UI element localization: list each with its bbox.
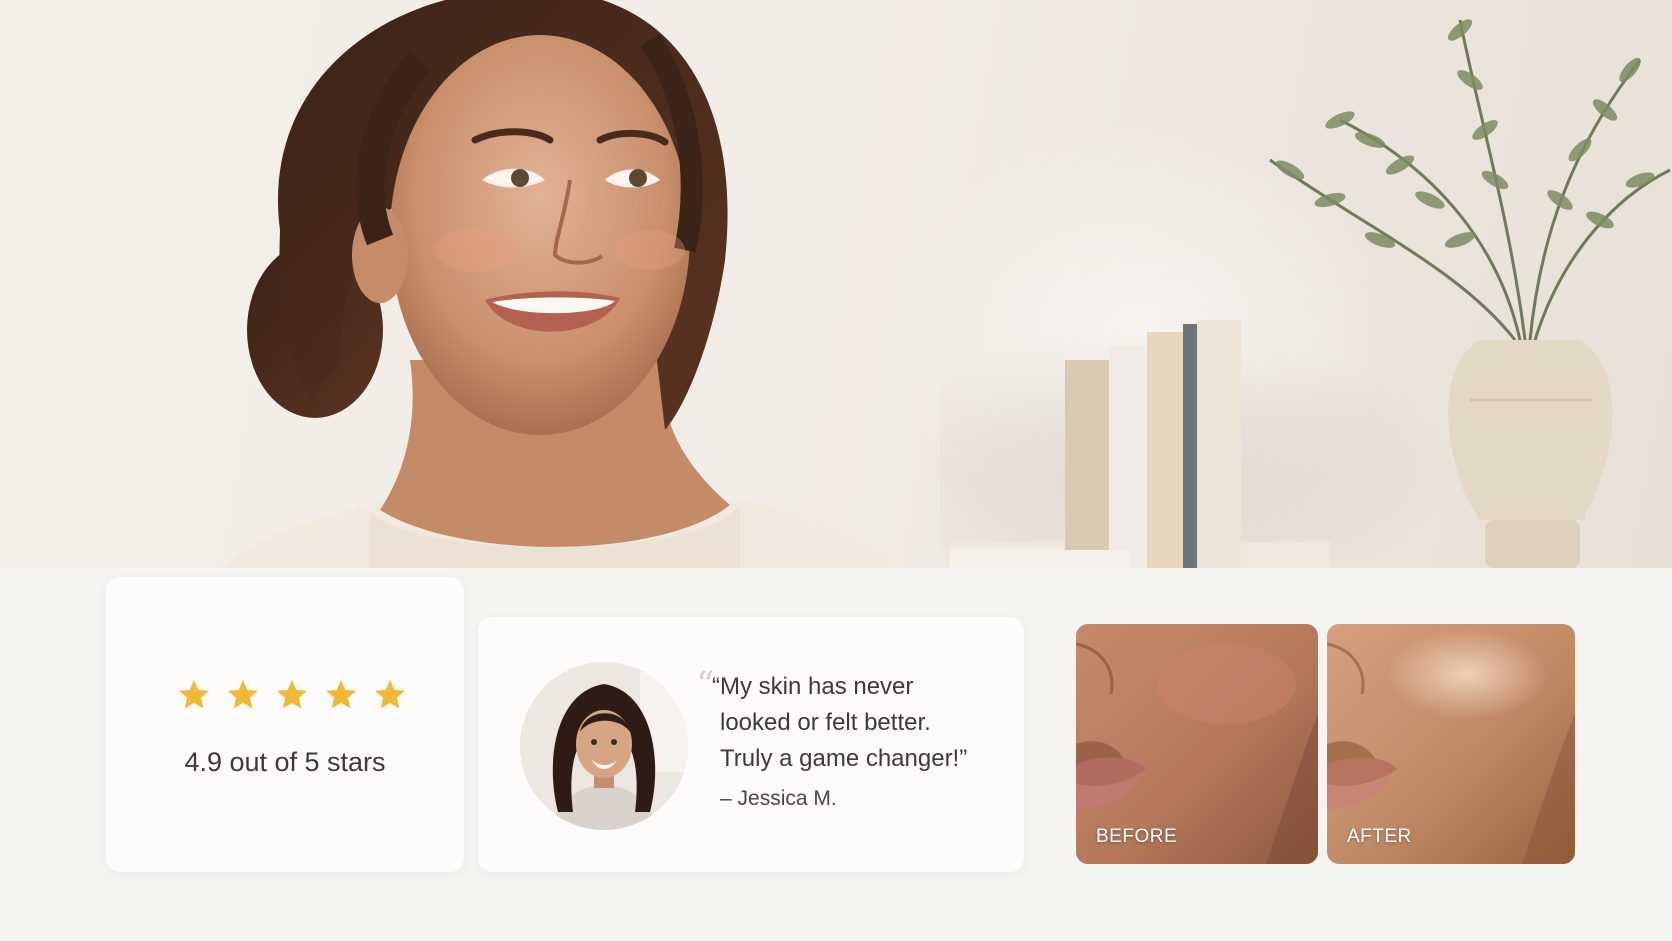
hero-image bbox=[0, 0, 1672, 568]
avatar bbox=[520, 662, 688, 830]
quote-line: looked or felt better. bbox=[720, 709, 931, 736]
rating-text: 4.9 out of 5 stars bbox=[184, 747, 386, 777]
star-icon bbox=[326, 680, 356, 709]
star-icon bbox=[375, 680, 405, 709]
star-rating bbox=[176, 677, 408, 713]
star-icon bbox=[179, 680, 209, 709]
quote-line: “My skin has never bbox=[712, 673, 914, 700]
before-label: BEFORE bbox=[1096, 826, 1178, 847]
avatar-portrait bbox=[520, 662, 688, 830]
rating-card: 4.9 out of 5 stars bbox=[106, 577, 464, 872]
testimonial-quote: “My skin has never looked or felt better… bbox=[712, 669, 1012, 777]
plant-vase bbox=[1269, 19, 1671, 568]
testimonial-card: “ “My skin has never looked or felt bett… bbox=[478, 617, 1024, 872]
before-photo: BEFORE bbox=[1076, 624, 1318, 864]
after-label: AFTER bbox=[1347, 826, 1412, 847]
star-icon bbox=[277, 680, 307, 709]
after-photo: AFTER bbox=[1327, 624, 1575, 864]
star-icon bbox=[228, 680, 258, 709]
woman-portrait bbox=[220, 0, 900, 568]
quote-line: Truly a game changer!” bbox=[720, 745, 968, 772]
testimonial-author: – Jessica M. bbox=[720, 787, 837, 810]
